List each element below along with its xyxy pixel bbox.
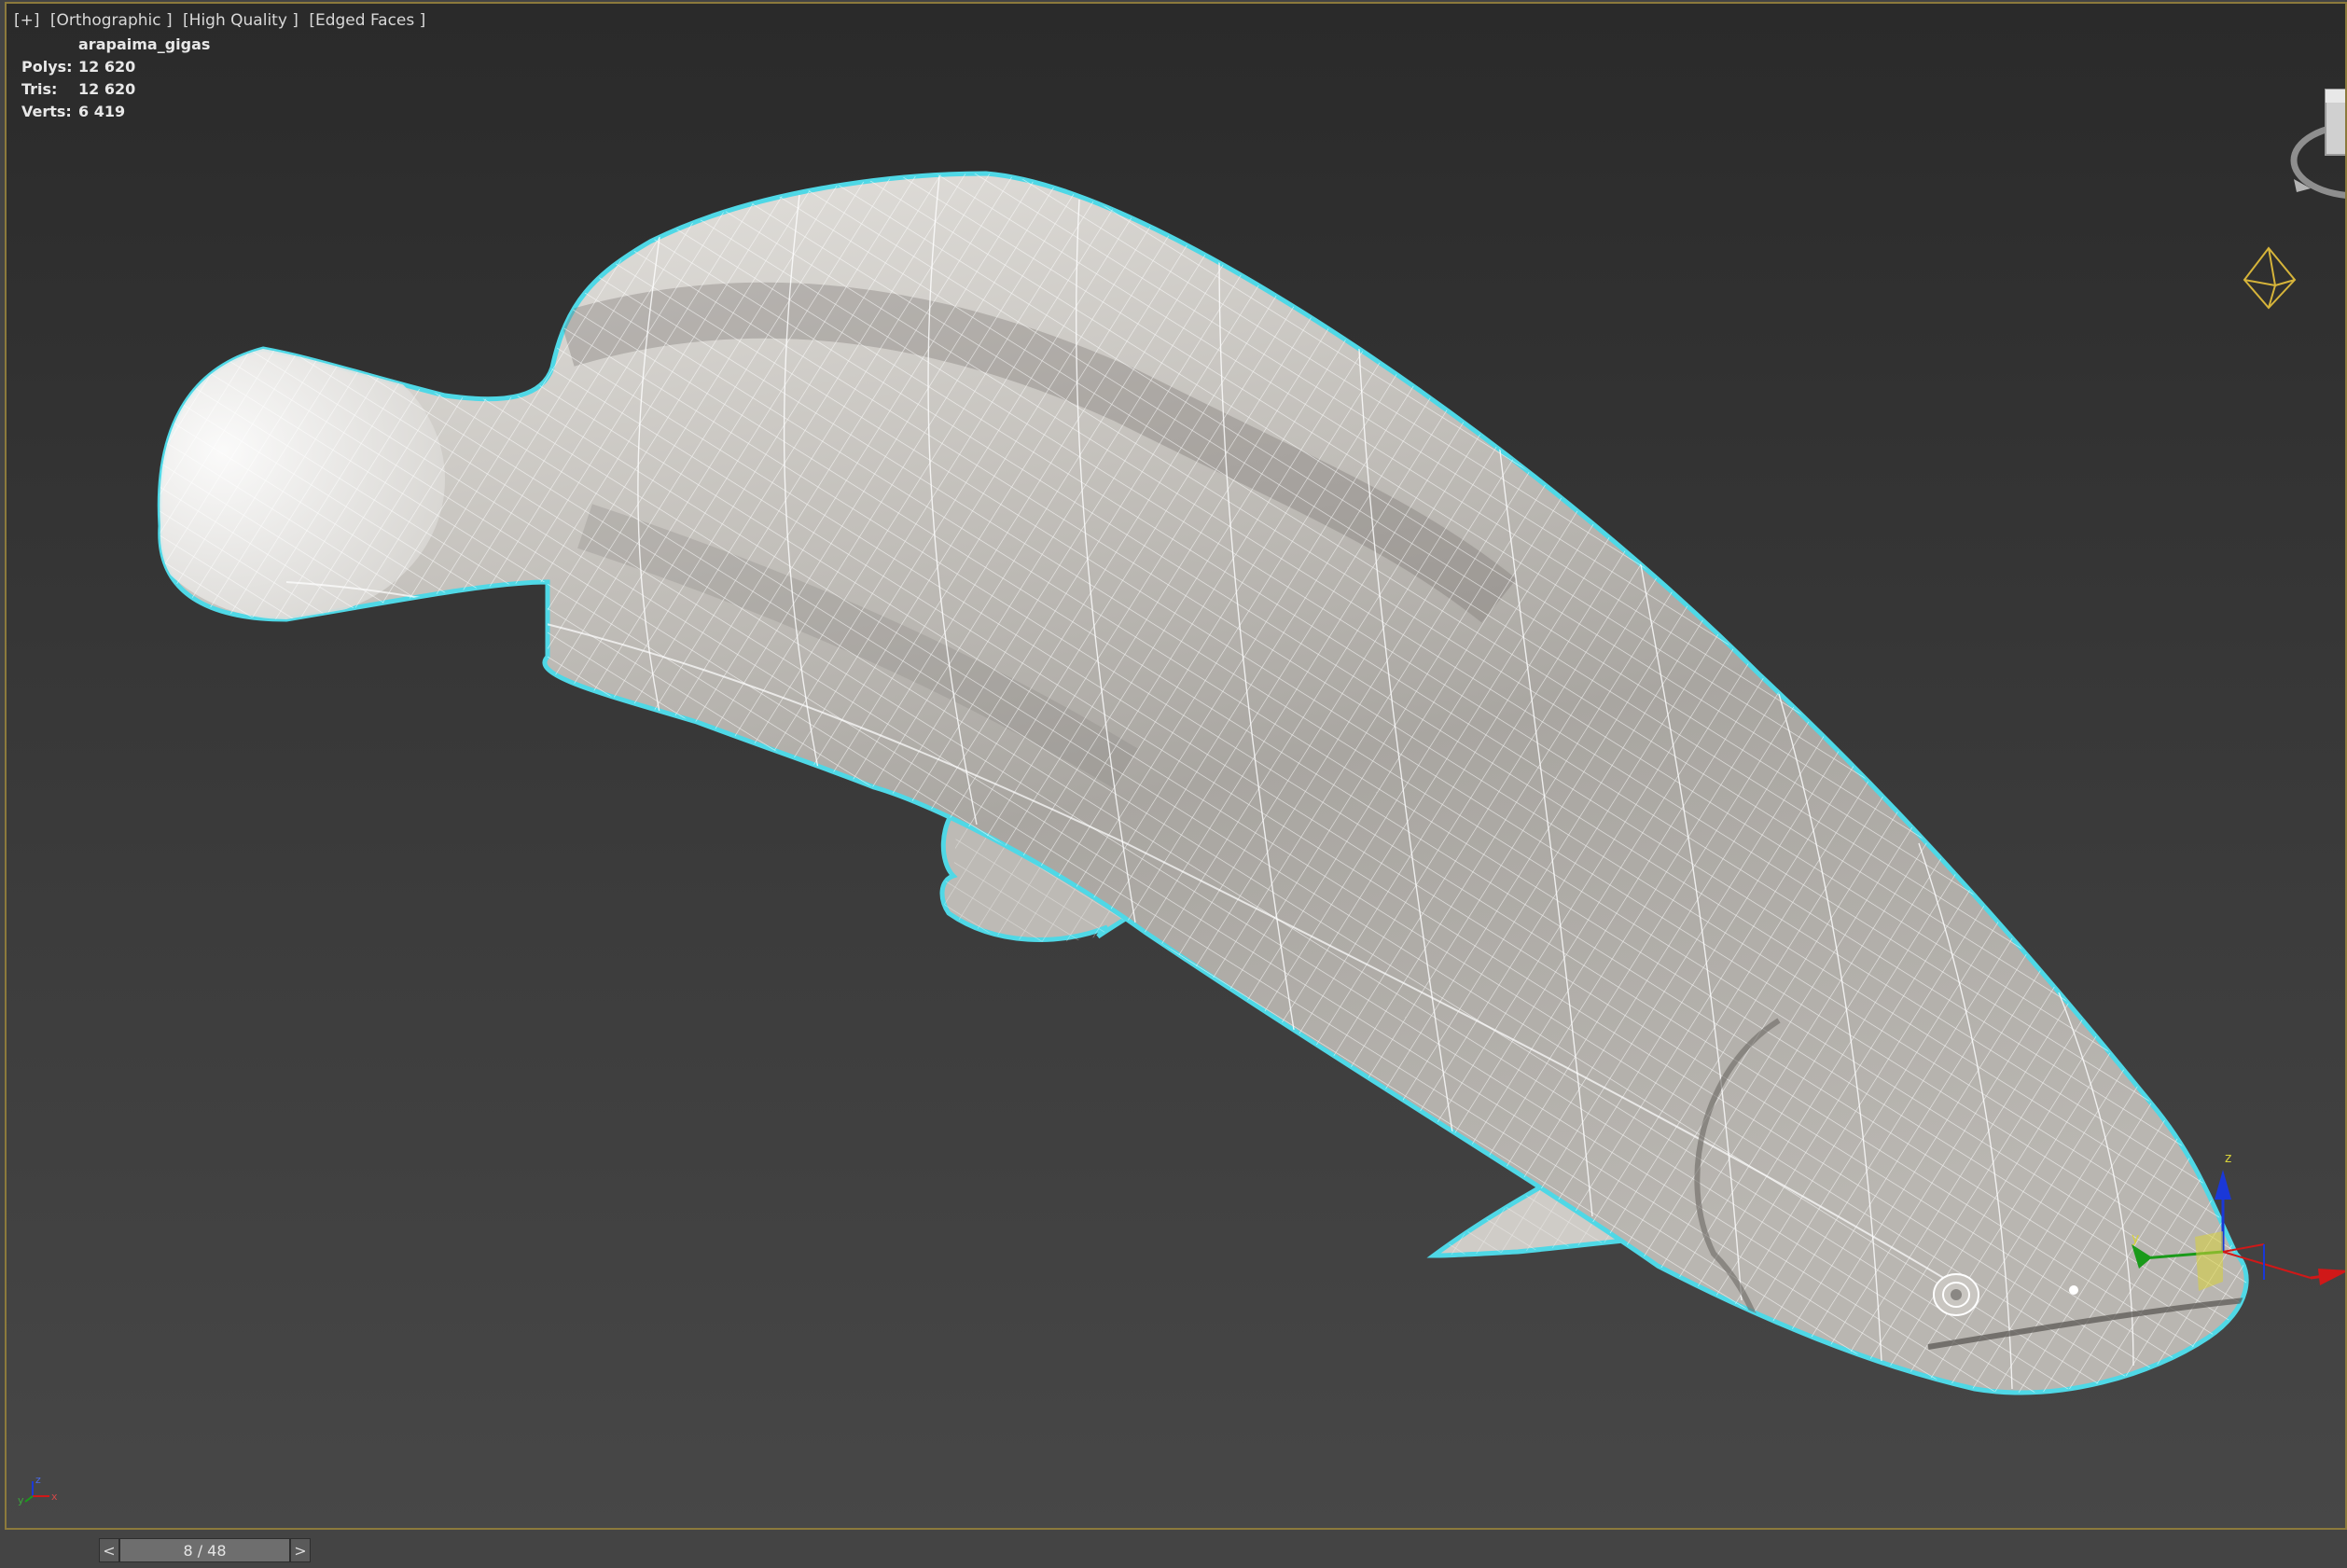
svg-text:y: y [18, 1494, 24, 1506]
statistics-overlay: arapaima_gigas Polys: 12 620 Tris: 12 62… [21, 34, 210, 123]
stat-row-polys: Polys: 12 620 [21, 56, 210, 78]
viewport-label: [+] [Orthographic ] [High Quality ] [Edg… [14, 11, 431, 30]
gizmo-y-label: y [2132, 1231, 2139, 1246]
stat-row-verts: Verts: 6 419 [21, 101, 210, 123]
verts-label: Verts: [21, 103, 72, 120]
verts-value: 6 419 [78, 103, 126, 120]
viewport-quality-menu[interactable]: [High Quality ] [183, 11, 299, 30]
polys-label: Polys: [21, 58, 73, 76]
viewcube-icon[interactable] [2290, 89, 2347, 199]
frame-slider[interactable]: 8 / 48 [119, 1538, 290, 1562]
svg-text:z: z [35, 1474, 41, 1486]
tris-value: 12 620 [78, 80, 136, 98]
polys-value: 12 620 [78, 58, 136, 76]
stat-row-tris: Tris: 12 620 [21, 78, 210, 101]
viewport-orthographic[interactable]: z y z x y [+] [Orthographic] [High Qual… [5, 2, 2347, 1530]
time-slider: < 8 / 48 > [99, 1538, 311, 1562]
tris-label: Tris: [21, 80, 58, 98]
viewport-shading-menu[interactable]: [Edged Faces ] [309, 11, 425, 30]
viewport-view-menu[interactable]: [Orthographic ] [50, 11, 173, 30]
world-axis-icon: z x y [18, 1474, 58, 1506]
camera-icon[interactable] [2243, 246, 2297, 310]
gizmo-z-label: z [2225, 1151, 2231, 1166]
viewport-scene: z y z x y [7, 4, 2347, 1530]
next-frame-button[interactable]: > [290, 1538, 311, 1562]
object-name: arapaima_gigas [78, 35, 211, 53]
viewport-menu-button[interactable]: [+] [14, 11, 40, 30]
timeline-bar: < 8 / 48 > [0, 1530, 2347, 1568]
fish-mesh[interactable] [7, 4, 2347, 1530]
fish-eye [1933, 1273, 1979, 1316]
previous-frame-button[interactable]: < [99, 1538, 119, 1562]
svg-text:x: x [51, 1491, 58, 1503]
app-window: z y z x y [+] [Orthographic] [High Qual… [0, 0, 2347, 1568]
